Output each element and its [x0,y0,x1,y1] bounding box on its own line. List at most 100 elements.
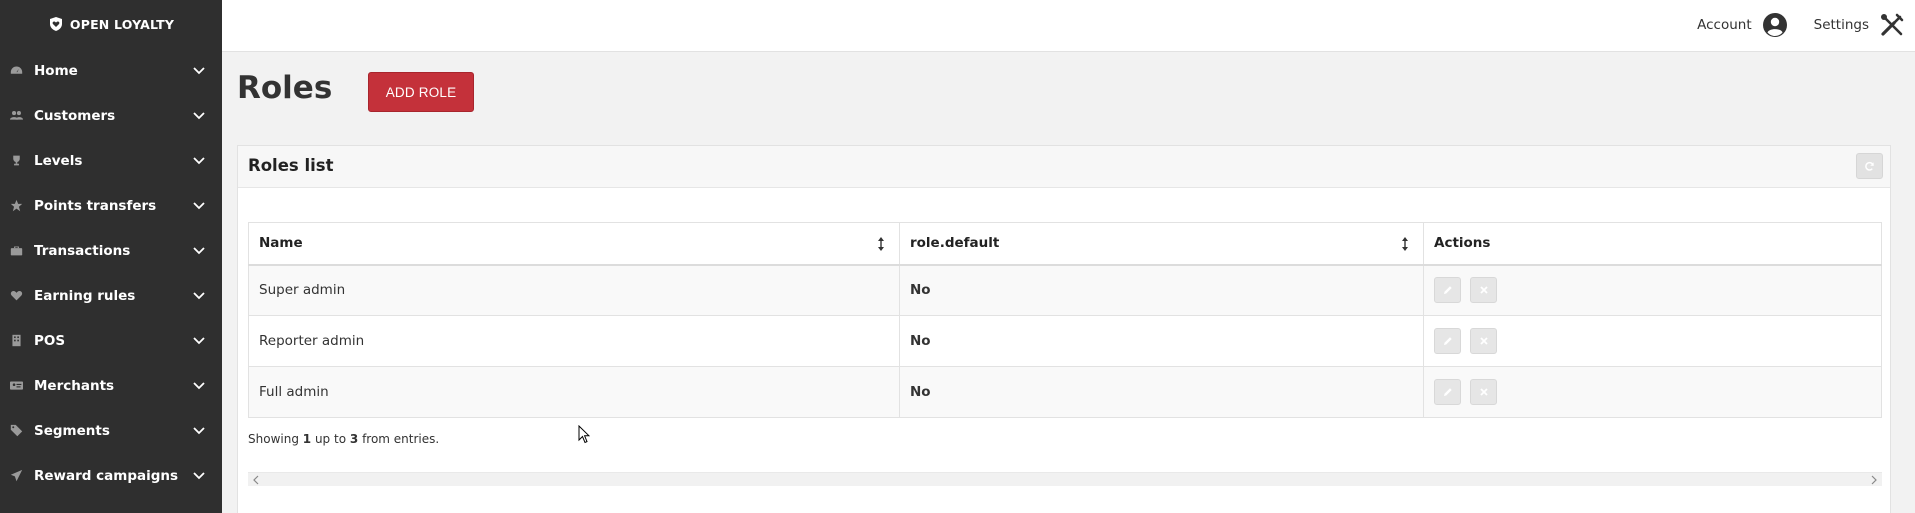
sidebar-item-customers[interactable]: Customers [0,93,222,138]
sidebar-item-transactions[interactable]: Transactions [0,228,222,273]
chevron-down-icon[interactable] [192,199,206,213]
top-bar: Account Settings [222,0,1915,52]
account-link[interactable]: Account [1697,12,1788,38]
settings-link[interactable]: Settings [1814,12,1905,38]
column-header-default[interactable]: role.default [899,222,1424,266]
add-role-button[interactable]: ADD ROLE [368,72,474,112]
table-row: Full admin No [248,366,1882,418]
star-icon [8,199,24,213]
briefcase-icon [8,244,24,258]
pagination-info: Showing 1 up to 3 from entries. [248,432,439,446]
mouse-cursor-icon [578,425,590,444]
sidebar-item-pos[interactable]: POS [0,318,222,363]
roles-panel: Roles list Name role.default Actions Sup… [237,145,1891,513]
cell-name: Full admin [248,366,900,418]
top-actions: Account Settings [1671,0,1905,50]
sidebar-item-levels[interactable]: Levels [0,138,222,183]
panel-header: Roles list [238,146,1890,188]
sidebar-item-label: Segments [34,422,110,439]
close-icon [1480,286,1488,294]
delete-button[interactable] [1470,328,1498,354]
user-circle-icon [1762,13,1787,37]
column-header-label: Actions [1434,235,1491,252]
cell-name: Super admin [248,264,900,316]
building-icon [8,334,24,348]
chevron-down-icon[interactable] [192,334,206,348]
dashboard-icon [8,64,24,78]
cell-name: Reporter admin [248,315,900,367]
cell-default: No [899,264,1424,316]
sidebar-item-reward-campaigns[interactable]: Reward campaigns [0,453,222,498]
delete-button[interactable] [1470,277,1498,304]
delete-button[interactable] [1470,379,1498,405]
chevron-down-icon[interactable] [192,424,206,438]
chevron-down-icon[interactable] [192,289,206,303]
table-header-row: Name role.default Actions [248,222,1882,266]
id-card-icon [8,379,24,393]
sidebar-item-label: Customers [34,107,116,124]
sidebar-nav: Home Customers Levels Points transfers T… [0,48,222,498]
sidebar-item-segments[interactable]: Segments [0,408,222,453]
cell-actions [1423,366,1882,418]
cell-default: No [899,366,1424,418]
pagination-to: 3 [349,432,359,446]
edit-button[interactable] [1434,379,1461,405]
horizontal-scrollbar[interactable] [248,472,1882,486]
chevron-down-icon[interactable] [192,379,206,393]
chevron-down-icon[interactable] [192,154,206,168]
sidebar-item-label: Points transfers [34,197,157,214]
edit-button[interactable] [1434,277,1461,304]
roles-table: Name role.default Actions Super admin No [248,222,1882,418]
column-header-label: Name [259,235,303,252]
tools-icon [1881,13,1904,36]
tags-icon [8,424,24,438]
cell-default: No [899,315,1424,367]
edit-button[interactable] [1434,328,1461,354]
sidebar-item-label: Transactions [34,242,131,259]
refresh-icon [1865,161,1874,171]
pencil-icon [1443,337,1452,345]
sidebar-item-label: Levels [34,152,83,169]
chevron-down-icon[interactable] [192,469,206,483]
sidebar-item-label: Earning rules [34,287,136,304]
column-header-label: role.default [910,235,1000,252]
send-icon [8,469,24,483]
refresh-button[interactable] [1856,153,1883,179]
page-title: Roles [237,70,333,106]
main-content: Roles ADD ROLE Roles list Name role.defa… [222,52,1915,513]
pagination-suffix: from entries. [362,432,440,446]
brand-name: OPEN LOYALTY [69,16,175,32]
sidebar-item-label: Reward campaigns [34,467,179,484]
settings-label: Settings [1813,17,1869,33]
scroll-left-icon[interactable] [251,475,261,485]
pagination-prefix: Showing [248,432,299,446]
table-row: Super admin No [248,264,1882,316]
heart-icon [8,289,24,303]
sidebar-item-points-transfers[interactable]: Points transfers [0,183,222,228]
sidebar-item-merchants[interactable]: Merchants [0,363,222,408]
account-label: Account [1697,17,1752,33]
users-icon [8,109,24,123]
brand-logo[interactable]: OPEN LOYALTY [0,0,222,48]
cell-actions [1423,264,1882,316]
close-icon [1480,388,1488,396]
chevron-down-icon[interactable] [192,109,206,123]
table-row: Reporter admin No [248,315,1882,367]
pagination-from: 1 [302,432,312,446]
sidebar-item-home[interactable]: Home [0,48,222,93]
cell-actions [1423,315,1882,367]
sidebar: OPEN LOYALTY Home Customers Levels Point… [0,0,222,513]
scroll-right-icon[interactable] [1869,475,1879,485]
sidebar-item-label: POS [34,332,66,349]
sidebar-item-earning-rules[interactable]: Earning rules [0,273,222,318]
pagination-middle: up to [314,432,347,446]
sort-icon[interactable] [877,236,885,252]
chevron-down-icon[interactable] [192,244,206,258]
panel-title: Roles list [248,156,334,175]
sidebar-item-label: Home [34,62,78,79]
sort-icon[interactable] [1401,236,1409,252]
sidebar-item-label: Merchants [34,377,115,394]
column-header-name[interactable]: Name [248,222,900,266]
pencil-icon [1443,388,1452,396]
chevron-down-icon[interactable] [192,64,206,78]
